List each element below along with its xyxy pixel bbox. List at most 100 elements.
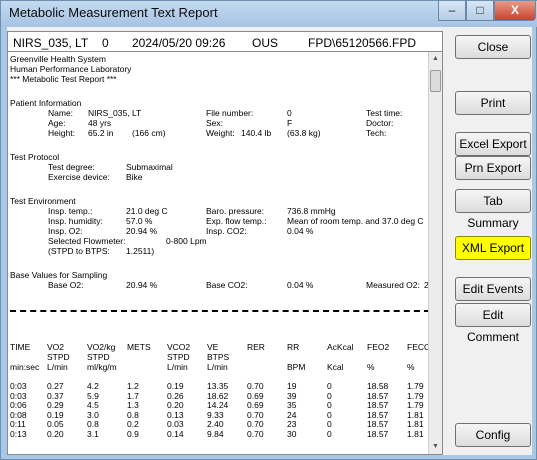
exercise-device-value: Bike bbox=[126, 172, 143, 182]
table-cell: 1.81 bbox=[407, 429, 424, 439]
excel-export-button[interactable]: Excel Export bbox=[455, 132, 531, 156]
protocol-heading: Test Protocol bbox=[10, 152, 60, 162]
btps-value: 1.2511) bbox=[126, 246, 155, 256]
table-cell: 0.05 bbox=[47, 419, 64, 430]
age-label: Age: bbox=[48, 118, 66, 128]
height-label: Height: bbox=[48, 128, 75, 138]
window-title: Metabolic Measurement Text Report bbox=[9, 5, 218, 20]
table-header-cell: STPD bbox=[167, 352, 190, 362]
scroll-down-icon[interactable]: ▼ bbox=[429, 440, 442, 454]
scroll-up-icon[interactable]: ▲ bbox=[429, 52, 442, 66]
table-cell: 30 bbox=[287, 429, 297, 439]
table-cell: 0 bbox=[327, 381, 332, 391]
table-cell: 1.81 bbox=[407, 419, 424, 430]
table-cell: 23 bbox=[287, 419, 297, 430]
table-cell: 18.62 bbox=[207, 390, 229, 401]
doctor-label: Doctor: bbox=[366, 118, 394, 128]
exp-flow-temp-value: Mean of room temp. and 37.0 deg C bbox=[287, 216, 424, 226]
table-cell: 0.29 bbox=[47, 400, 64, 411]
table-cell: 0.20 bbox=[167, 400, 184, 411]
base-co2-value: 0.04 % bbox=[287, 280, 314, 290]
header-number: 0 bbox=[102, 36, 109, 50]
table-cell: 18.57 bbox=[367, 390, 389, 401]
print-button[interactable]: Print bbox=[455, 91, 531, 115]
table-cell: 9.33 bbox=[207, 409, 224, 420]
table-header-cell: STPD bbox=[47, 352, 70, 362]
org-line-1: Greenville Health System bbox=[10, 54, 106, 64]
client-area: NIRS_035, LT 0 2024/05/20 09:26 OUS FPD\… bbox=[7, 27, 532, 455]
table-cell: 0.14 bbox=[167, 429, 184, 439]
table-cell: 9.84 bbox=[207, 429, 224, 439]
table-cell: 0:13 bbox=[10, 429, 27, 439]
sex-label: Sex: bbox=[206, 118, 224, 128]
table-cell: 39 bbox=[287, 390, 297, 401]
table-cell: 4.5 bbox=[87, 400, 99, 411]
table-cell: 0.37 bbox=[47, 390, 64, 401]
exp-flow-temp-label: Exp. flow temp.: bbox=[206, 216, 267, 226]
vertical-scrollbar[interactable]: ▲ ▼ bbox=[428, 52, 442, 454]
flowmeter-label: Selected Flowmeter: bbox=[48, 236, 126, 246]
table-cell: 0.8 bbox=[127, 409, 139, 420]
table-header-cell: METS bbox=[127, 342, 151, 352]
table-cell: 0.19 bbox=[167, 381, 184, 391]
table-cell: 0.69 bbox=[247, 400, 264, 411]
table-cell: 0 bbox=[327, 400, 332, 411]
dashed-divider bbox=[10, 310, 430, 312]
table-cell: 4.2 bbox=[87, 381, 99, 391]
edit-events-button[interactable]: Edit Events bbox=[455, 277, 531, 301]
table-header-cell: TIME bbox=[10, 342, 31, 352]
scroll-thumb[interactable] bbox=[430, 70, 441, 92]
table-cell: 0.69 bbox=[247, 390, 264, 401]
table-header-cell: STPD bbox=[87, 352, 110, 362]
close-window-icon[interactable]: X bbox=[494, 1, 536, 21]
table-cell: 19 bbox=[287, 381, 297, 391]
table-cell: 0.70 bbox=[247, 429, 264, 439]
table-cell: 1.7 bbox=[127, 390, 139, 401]
tab-summary-button[interactable]: Tab Summary bbox=[455, 189, 531, 230]
age-value: 48 yrs bbox=[88, 118, 112, 128]
table-cell: 3.0 bbox=[87, 409, 99, 420]
table-cell: 0.13 bbox=[167, 409, 184, 420]
table-header-cell: RER bbox=[247, 342, 265, 352]
table-header-cell: min:sec bbox=[10, 362, 40, 372]
maximize-icon[interactable]: □ bbox=[466, 1, 494, 21]
xml-export-button[interactable]: XML Export bbox=[455, 236, 531, 260]
prn-export-button[interactable]: Prn Export bbox=[455, 156, 531, 180]
report-text-box[interactable]: Greenville Health System Human Performan… bbox=[7, 51, 443, 455]
table-header-cell: VO2 bbox=[47, 342, 65, 352]
insp-temp-value: 21.0 deg C bbox=[126, 206, 168, 216]
base-o2-label: Base O2: bbox=[48, 280, 84, 290]
insp-temp-label: Insp. temp.: bbox=[48, 206, 93, 216]
btps-label: (STPD to BTPS: bbox=[48, 246, 110, 256]
table-cell: 18.57 bbox=[367, 400, 389, 411]
header-file: FPD\65120566.FPD bbox=[308, 36, 417, 50]
table-cell: 0:03 bbox=[10, 381, 27, 391]
table-header-cell: VCO2 bbox=[167, 342, 191, 352]
org-line-2: Human Performance Laboratory bbox=[10, 64, 132, 74]
edit-comment-button[interactable]: Edit Comment bbox=[455, 303, 531, 344]
table-header-cell: FECO bbox=[407, 342, 430, 352]
title-bar[interactable]: Metabolic Measurement Text Report – □ X bbox=[1, 1, 537, 27]
table-header-cell: AcKcal bbox=[327, 342, 354, 352]
minimize-icon[interactable]: – bbox=[438, 1, 466, 21]
header-subject: NIRS_035, LT bbox=[13, 36, 89, 50]
table-header-cell: RR bbox=[287, 342, 300, 352]
close-button[interactable]: Close bbox=[455, 35, 531, 59]
config-button[interactable]: Config bbox=[455, 423, 531, 447]
table-cell: 0.26 bbox=[167, 390, 184, 401]
table-header-cell: VE bbox=[207, 342, 219, 352]
table-cell: 5.9 bbox=[87, 390, 99, 401]
table-cell: 13.35 bbox=[207, 381, 229, 391]
table-cell: 1.2 bbox=[127, 381, 139, 391]
base-co2-label: Base CO2: bbox=[206, 280, 248, 290]
test-degree-value: Submaximal bbox=[126, 162, 173, 172]
table-cell: 0.70 bbox=[247, 409, 264, 420]
insp-co2-label: Insp. CO2: bbox=[206, 226, 247, 236]
table-header-cell: L/min bbox=[167, 362, 188, 372]
table-cell: 1.81 bbox=[407, 409, 424, 420]
table-header-cell: VO2/kg bbox=[87, 342, 116, 352]
table-header-cell: L/min bbox=[47, 362, 68, 372]
table-cell: 14.24 bbox=[207, 400, 229, 411]
environment-heading: Test Environment bbox=[10, 196, 76, 206]
height-cm: (166 cm) bbox=[132, 128, 166, 138]
